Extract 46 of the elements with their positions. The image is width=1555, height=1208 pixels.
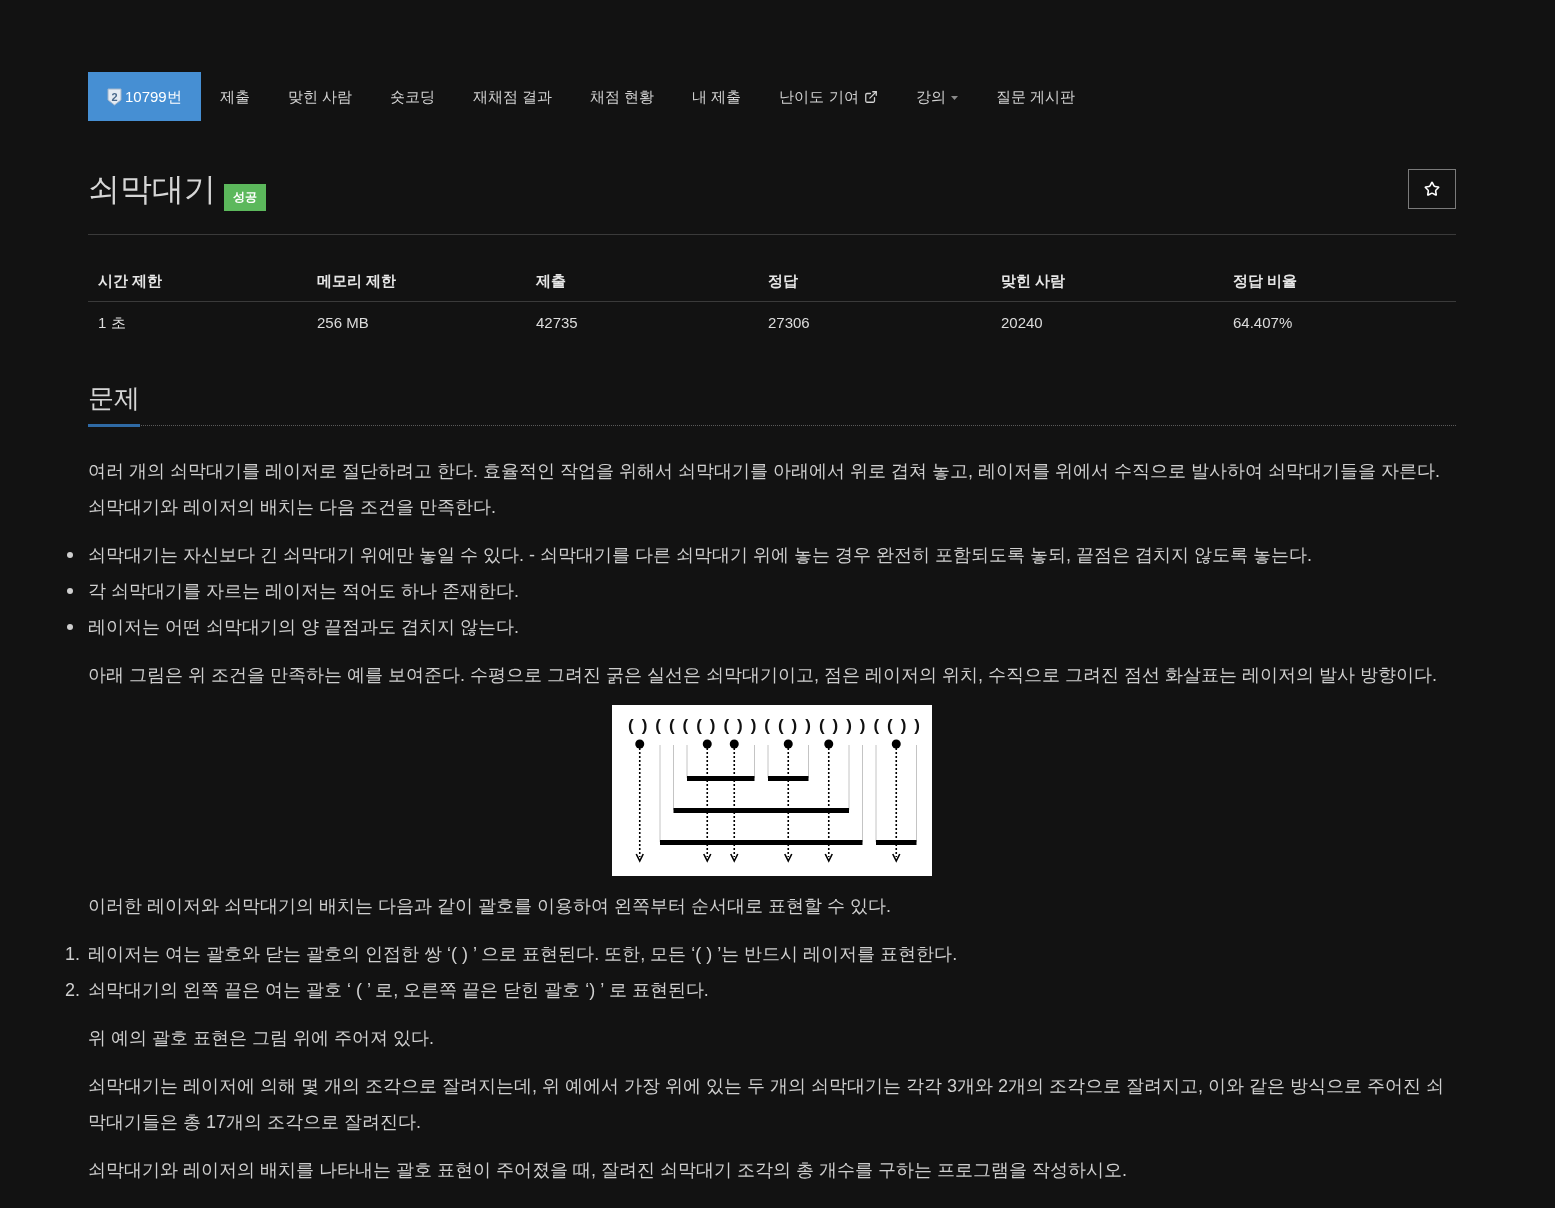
paragraph: 여러 개의 쇠막대기를 레이저로 절단하려고 한다. 효율적인 작업을 위해서 쇠막대기를 아래에서 위로 겹쳐 놓고, 레이저를 위에서 수직으로 발사하여 쇠막대기들을 자른다. 쇠막대기와 레이저의 배치는 다음 조건을 만족한다. — [88, 460, 1442, 519]
star-button[interactable] — [1408, 169, 1456, 209]
nav-tab[interactable]: 채점 현황 — [571, 72, 674, 121]
bullet-icon — [67, 624, 73, 630]
bullet-icon — [67, 588, 73, 594]
bracket-sequence: ( ) ( ( ( ( ) ( ) ) ( ( ) ) ( ) ) ) ( ( ) ) — [628, 716, 920, 735]
list-item-text: 각 쇠막대기를 자르는 레이저는 적어도 하나 존재한다. — [88, 580, 519, 603]
nav-tab[interactable]: 재채점 결과 — [453, 72, 572, 121]
nav-tab[interactable]: 질문 게시판 — [976, 72, 1094, 121]
section-heading: 문제 — [88, 380, 140, 427]
table-cell-text: 1 초 — [97, 313, 127, 333]
list-item-text: 레이저는 여는 괄호와 닫는 괄호의 인접한 쌍 ‘( ) ’ 으로 표현된다. 또한, 모든 ‘( ) ’는 반드시 레이저를 표현한다. — [88, 943, 958, 966]
table-cell-text: 256 MB — [316, 313, 370, 333]
nav-tab[interactable]: 맞힌 사람 — [268, 72, 371, 121]
tier-badge: 2 — [107, 87, 122, 106]
column-header: 맞힌 사람 — [991, 260, 1223, 302]
nav-tab[interactable]: 숏코딩 — [370, 72, 454, 121]
list-item-text: 쇠막대기는 자신보다 긴 쇠막대기 위에만 놓일 수 있다. - 쇠막대기를 다른 쇠막대기 위에 놓는 경우 완전히 포함되도록 놓되, 끝점은 겹치지 않도록 놓는다. — [88, 544, 1313, 567]
column-header: 시간 제한 — [88, 260, 307, 302]
paragraph: 쇠막대기는 레이저에 의해 몇 개의 조각으로 잘려지는데, 위 예에서 가장 위에 있는 두 개의 쇠막대기는 각각 3개와 2개의 조각으로 잘려지고, 이와 같은 방식으로 주어진 쇠막대기들은 총 17개의 조각으로 잘려진다. — [88, 1075, 1446, 1134]
nav-tab[interactable]: 내 제출 — [673, 72, 761, 121]
table-cell-text: 27306 — [767, 313, 811, 333]
list-number: 2. — [65, 979, 81, 1002]
column-header: 정답 — [758, 260, 991, 302]
paragraph: 아래 그림은 위 조건을 만족하는 예를 보여준다. 수평으로 그려진 굵은 실선은 쇠막대기이고, 점은 레이저의 위치, 수직으로 그려진 점선 화살표는 레이저의 발사 방향이다. — [88, 664, 1439, 687]
nav-tab[interactable]: 2 10799번 — [88, 72, 201, 121]
column-header: 정답 비율 — [1223, 260, 1456, 302]
status-badge: 성공 — [224, 184, 266, 211]
list-item-text: 쇠막대기의 왼쪽 끝은 여는 괄호 ‘ ( ’ 로, 오른쪽 끝은 닫힌 괄호 ‘) ’ 로 표현된다. — [88, 979, 709, 1002]
bullet-icon — [67, 552, 73, 558]
table-cell-text: 64.407% — [1232, 313, 1294, 333]
nav-tab[interactable]: 난이도 기여 — [760, 72, 897, 121]
paragraph: 이러한 레이저와 쇠막대기의 배치는 다음과 같이 괄호를 이용하여 왼쪽부터 순서대로 표현할 수 있다. — [88, 895, 892, 918]
list-item-text: 레이저는 어떤 쇠막대기의 양 끝점과도 겹치지 않는다. — [88, 616, 519, 639]
paragraph: 위 예의 괄호 표현은 그림 위에 주어져 있다. — [88, 1027, 435, 1050]
caret-icon — [950, 96, 958, 100]
table-cell-text: 20240 — [1000, 313, 1044, 333]
problem-title: 쇠막대기 — [88, 170, 216, 209]
table-cell-text: 42735 — [535, 313, 579, 333]
paragraph: 쇠막대기와 레이저의 배치를 나타내는 괄호 표현이 주어졌을 때, 잘려진 쇠막대기 조각의 총 개수를 구하는 프로그램을 작성하시오. — [88, 1159, 1129, 1182]
column-header: 제출 — [526, 260, 758, 302]
list-number: 1. — [65, 943, 81, 966]
external-link-icon — [863, 89, 878, 104]
nav-tab[interactable]: 강의 — [896, 72, 977, 121]
column-header: 메모리 제한 — [307, 260, 526, 302]
nav-tab[interactable]: 제출 — [200, 72, 269, 121]
